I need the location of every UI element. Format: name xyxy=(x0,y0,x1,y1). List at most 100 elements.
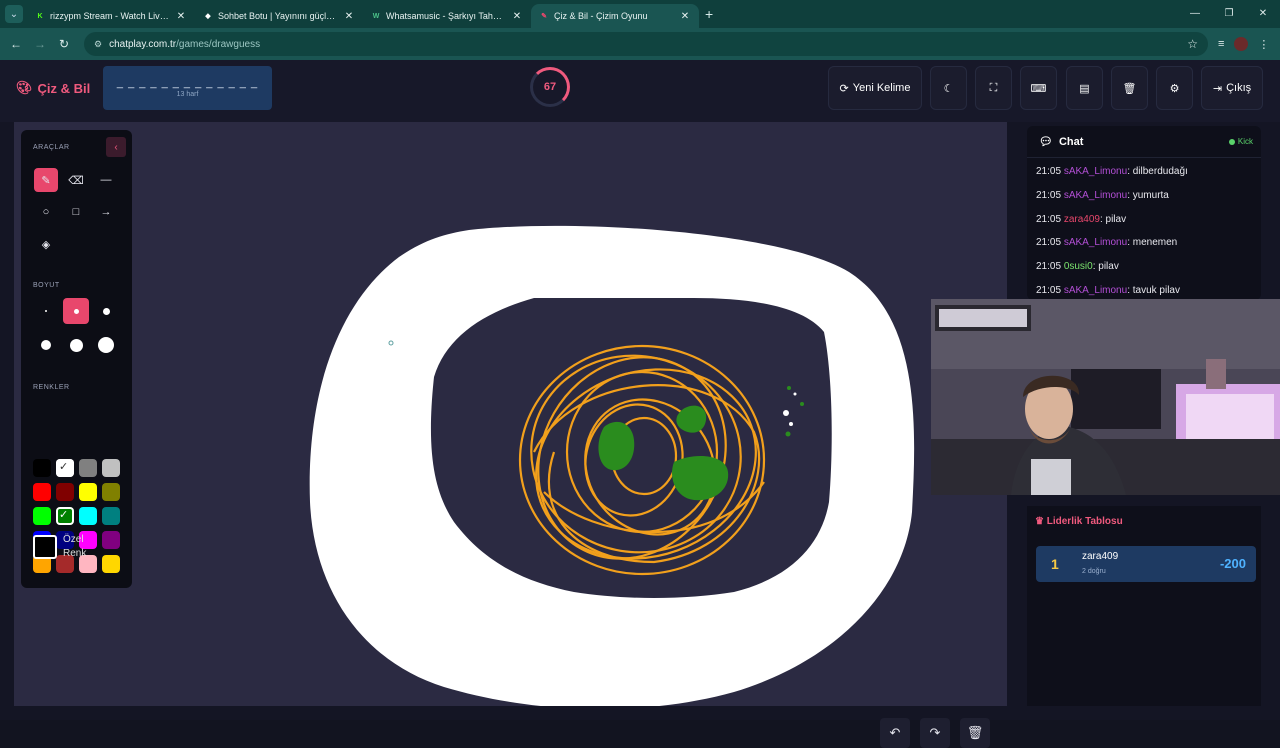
url-host: chatplay.com.tr xyxy=(109,38,177,50)
square-icon: □ xyxy=(72,206,80,218)
tab-close-icon[interactable]: ✕ xyxy=(343,11,355,22)
color-swatch[interactable] xyxy=(33,459,51,477)
size-option-6[interactable] xyxy=(93,332,119,358)
color-swatch[interactable] xyxy=(102,459,120,477)
round-timer: 67 xyxy=(530,67,570,107)
chat-time: 21:05 xyxy=(1036,166,1062,177)
leaderboard-score: -200 xyxy=(1219,556,1246,571)
chat-text: : yumurta xyxy=(1127,189,1169,201)
chat-username[interactable]: zara409 xyxy=(1064,214,1100,225)
fullscreen-button[interactable]: ⛶ xyxy=(975,66,1012,110)
chat-message: 21:05 sAKA_Limonu: menemen xyxy=(1027,231,1261,255)
brand-title: Çiz & Bil xyxy=(37,80,91,96)
color-swatch[interactable] xyxy=(79,459,97,477)
color-swatch[interactable] xyxy=(102,531,120,549)
color-swatch[interactable] xyxy=(33,507,51,525)
tab-close-icon[interactable]: ✕ xyxy=(175,11,187,22)
site-info-icon[interactable]: ⚙ xyxy=(94,39,102,50)
rectangle-tool[interactable]: □ xyxy=(64,200,88,224)
drawing-canvas[interactable] xyxy=(14,122,1007,706)
tab-close-icon[interactable]: ✕ xyxy=(511,11,523,22)
address-bar[interactable]: ⚙ chatplay.com.tr/games/drawguess ☆ xyxy=(84,32,1208,56)
undo-button[interactable]: ↶ xyxy=(880,718,910,748)
restore-icon[interactable]: ❐ xyxy=(1212,0,1246,28)
green-white-speckles xyxy=(783,386,804,437)
browser-tab[interactable]: ✎ Çiz & Bil - Çizim Oyunu ✕ xyxy=(531,4,699,28)
color-swatch[interactable] xyxy=(102,555,120,573)
chat-message-list[interactable]: 21:05 sAKA_Limonu: dilberdudağı 21:05 sAK… xyxy=(1027,158,1261,303)
size-option-5[interactable] xyxy=(63,332,89,358)
archive-icon: ▤ xyxy=(1079,82,1090,95)
browser-menu-icon[interactable]: ⋮ xyxy=(1258,38,1269,51)
archive-button[interactable]: ▤ xyxy=(1066,66,1103,110)
clear-canvas-button[interactable]: 🗑︎ xyxy=(960,718,990,748)
word-length: 13 harf xyxy=(176,91,199,98)
size-option-1[interactable] xyxy=(33,298,59,324)
tab-search-chevron-icon[interactable]: ⌄ xyxy=(5,5,23,23)
redo-button[interactable]: ↷ xyxy=(920,718,950,748)
custom-color-swatch[interactable] xyxy=(33,535,57,559)
reload-icon[interactable]: ↻ xyxy=(52,37,76,51)
settings-button[interactable]: ⚙ xyxy=(1156,66,1193,110)
keyboard-button[interactable]: ⌨ xyxy=(1020,66,1057,110)
chat-username[interactable]: sAKA_Limonu xyxy=(1064,190,1127,201)
colors-heading: RENKLER xyxy=(33,384,70,391)
circle-tool[interactable]: ○ xyxy=(34,200,58,224)
color-swatch[interactable] xyxy=(56,483,74,501)
size-option-3[interactable] xyxy=(93,298,119,324)
size-option-4[interactable] xyxy=(33,332,59,358)
color-swatch[interactable]: ✓ xyxy=(56,459,74,477)
chat-text: : pilav xyxy=(1099,213,1127,225)
drawing-canvas-area[interactable]: ↶ ↷ 🗑︎ xyxy=(14,122,1007,748)
media-controls-icon[interactable]: ≡ xyxy=(1218,38,1224,50)
minimize-icon[interactable]: — xyxy=(1178,0,1212,28)
platform-name: Kick xyxy=(1237,137,1253,146)
browser-tab[interactable]: Krizzypm Stream - Watch Live on ✕ xyxy=(27,4,195,28)
color-swatch[interactable]: ✓ xyxy=(56,507,74,525)
tab-close-icon[interactable]: ✕ xyxy=(679,11,691,22)
keyboard-icon: ⌨ xyxy=(1030,82,1047,95)
profile-avatar[interactable] xyxy=(1234,37,1249,51)
bookmark-star-icon[interactable]: ☆ xyxy=(1187,37,1198,51)
arrow-tool[interactable]: → xyxy=(94,200,118,224)
exit-button[interactable]: ⇥ Çıkış xyxy=(1201,66,1263,110)
line-tool[interactable]: — xyxy=(94,168,118,192)
chat-username[interactable]: sAKA_Limonu xyxy=(1064,237,1127,248)
delete-button[interactable]: 🗑︎ xyxy=(1111,66,1148,110)
eraser-tool[interactable]: ⌫ xyxy=(64,168,88,192)
color-swatch[interactable] xyxy=(102,483,120,501)
chat-message: 21:05 sAKA_Limonu: dilberdudağı xyxy=(1027,160,1261,184)
browser-tab[interactable]: W Whatsamusic - Şarkıyı Tahmin Et ✕ xyxy=(363,4,531,28)
crown-icon: ♛ xyxy=(1035,516,1044,527)
theme-toggle-button[interactable]: ☾ xyxy=(930,66,967,110)
new-tab-button[interactable]: + xyxy=(705,6,713,22)
tab-title: Whatsamusic - Şarkıyı Tahmin Et xyxy=(386,11,507,21)
color-swatch[interactable] xyxy=(102,507,120,525)
close-window-icon[interactable]: ✕ xyxy=(1246,0,1280,28)
trash-icon: 🗑︎ xyxy=(966,725,984,740)
browser-tab[interactable]: ◆ Sohbet Botu | Yayınını güçlendir ✕ xyxy=(195,4,363,28)
color-swatch[interactable] xyxy=(33,483,51,501)
color-swatch[interactable] xyxy=(79,507,97,525)
app-root: 🎨︎ Çiz & Bil _ _ _ _ _ _ _ _ _ _ _ _ _ 1… xyxy=(0,60,1280,748)
new-word-button[interactable]: ⟳ Yeni Kelime xyxy=(828,66,922,110)
custom-color-label-1: Özel xyxy=(63,534,84,545)
brand-logo[interactable]: 🎨︎ Çiz & Bil xyxy=(16,80,90,96)
arrow-right-icon: → xyxy=(100,206,112,218)
back-arrow-icon[interactable]: ← xyxy=(4,37,28,51)
exit-label: Çıkış xyxy=(1226,82,1252,94)
forward-arrow-icon[interactable]: → xyxy=(28,37,52,51)
brush-tool[interactable]: ✎ xyxy=(34,168,58,192)
collapse-panel-button[interactable]: ‹ xyxy=(106,137,126,157)
circle-icon: ○ xyxy=(42,206,50,218)
chat-username[interactable]: 0susi0 xyxy=(1064,261,1093,272)
size-heading: BOYUT xyxy=(33,282,60,289)
color-swatch[interactable] xyxy=(79,483,97,501)
size-option-2[interactable] xyxy=(63,298,89,324)
custom-color-picker[interactable]: Özel Renk xyxy=(33,533,86,561)
moon-icon: ☾ xyxy=(943,82,954,95)
gear-icon: ⚙ xyxy=(1169,82,1180,95)
chat-username[interactable]: sAKA_Limonu xyxy=(1064,285,1127,296)
chat-username[interactable]: sAKA_Limonu xyxy=(1064,166,1127,177)
fill-tool[interactable]: ◈ xyxy=(34,232,58,256)
